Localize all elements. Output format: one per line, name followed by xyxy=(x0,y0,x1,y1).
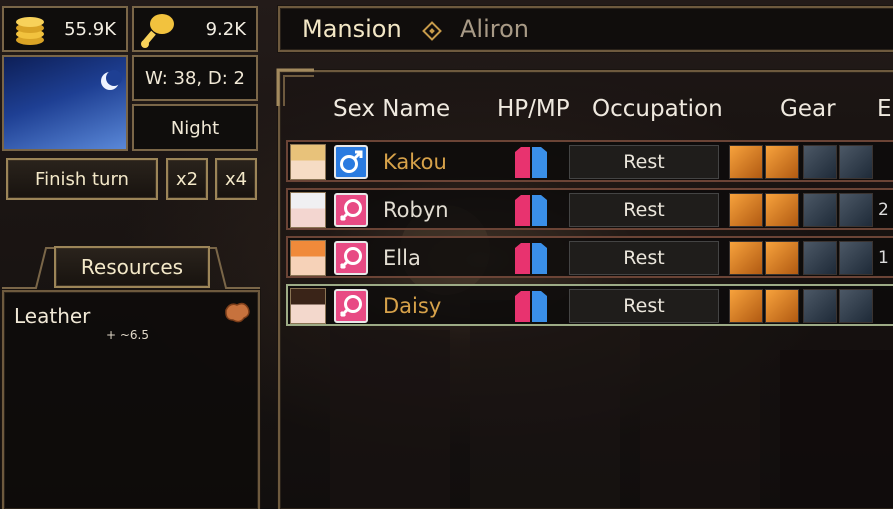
header-gear[interactable]: Gear xyxy=(780,96,836,122)
leather-armor-icon[interactable] xyxy=(839,193,873,227)
gold-value: 55.9K xyxy=(64,19,116,40)
staff-icon[interactable] xyxy=(729,193,763,227)
food-counter: 9.2K xyxy=(132,6,258,52)
time-of-day-label: Night xyxy=(170,118,220,139)
leather-armor-icon[interactable] xyxy=(839,145,873,179)
location-region: Aliron xyxy=(460,15,529,43)
character-name[interactable]: Robyn xyxy=(383,198,449,222)
female-icon[interactable] xyxy=(334,241,368,275)
location-header: Mansion Aliron xyxy=(278,6,893,52)
staff-icon[interactable] xyxy=(729,289,763,323)
occupation-select[interactable]: Rest xyxy=(569,289,719,323)
staff-icon[interactable] xyxy=(729,241,763,275)
occupation-value: Rest xyxy=(623,247,665,269)
occupation-value: Rest xyxy=(623,199,665,221)
header-occupation[interactable]: Occupation xyxy=(592,96,723,122)
leather-icon xyxy=(225,302,250,323)
bow-icon[interactable] xyxy=(765,289,799,323)
leather-armor-icon[interactable] xyxy=(803,289,837,323)
occupation-select[interactable]: Rest xyxy=(569,241,719,275)
speed-x2-button[interactable]: x2 xyxy=(166,158,208,200)
occupation-select[interactable]: Rest xyxy=(569,145,719,179)
character-name[interactable]: Daisy xyxy=(383,294,441,318)
female-icon[interactable] xyxy=(334,193,368,227)
hp-mp-bars xyxy=(515,291,547,322)
finish-turn-button[interactable]: Finish turn xyxy=(6,158,158,200)
resources-panel: Leather + ~6.5 xyxy=(2,290,260,509)
moon-icon xyxy=(101,70,122,90)
leather-armor-icon[interactable] xyxy=(803,145,837,179)
female-icon[interactable] xyxy=(334,289,368,323)
extra-value: 2 xyxy=(878,200,889,220)
resources-tab-ornament xyxy=(2,247,260,289)
header-extra[interactable]: E xyxy=(877,96,892,122)
character-row[interactable]: Daisy Rest xyxy=(286,284,893,326)
extra-value: 1 xyxy=(878,248,889,268)
axe-icon[interactable] xyxy=(765,193,799,227)
speed-x4-label: x4 xyxy=(224,168,248,190)
portrait-daisy[interactable] xyxy=(290,288,326,324)
leather-armor-icon[interactable] xyxy=(803,193,837,227)
axe-icon[interactable] xyxy=(765,241,799,275)
portrait-ella[interactable] xyxy=(290,240,326,276)
header-sex-name[interactable]: Sex Name xyxy=(333,96,450,122)
diamond-icon xyxy=(422,21,442,41)
portrait-kakou[interactable] xyxy=(290,144,326,180)
male-icon[interactable] xyxy=(334,145,368,179)
week-day-label: W: 38, D: 2 xyxy=(145,68,245,89)
food-value: 9.2K xyxy=(205,19,246,40)
finish-turn-label: Finish turn xyxy=(35,168,129,190)
portrait-robyn[interactable] xyxy=(290,192,326,228)
sky-display xyxy=(2,55,128,151)
speed-x2-label: x2 xyxy=(175,168,199,190)
hp-mp-bars xyxy=(515,147,547,178)
resource-item-leather-name: Leather xyxy=(14,304,91,328)
occupation-value: Rest xyxy=(623,295,665,317)
coins-icon xyxy=(16,17,44,45)
character-name[interactable]: Kakou xyxy=(383,150,447,174)
character-row[interactable]: Robyn Rest 2 xyxy=(286,188,893,230)
occupation-select[interactable]: Rest xyxy=(569,193,719,227)
character-name[interactable]: Ella xyxy=(383,246,421,270)
hp-mp-bars xyxy=(515,243,547,274)
character-row[interactable]: Kakou Rest xyxy=(286,140,893,182)
leather-armor-icon[interactable] xyxy=(839,289,873,323)
resource-item-leather-rate: + ~6.5 xyxy=(106,328,150,342)
axe-icon[interactable] xyxy=(765,145,799,179)
speed-x4-button[interactable]: x4 xyxy=(215,158,257,200)
panel-corner-ornament xyxy=(276,68,314,106)
occupation-value: Rest xyxy=(623,151,665,173)
staff-icon[interactable] xyxy=(729,145,763,179)
location-place: Mansion xyxy=(302,15,402,43)
gold-counter: 55.9K xyxy=(2,6,128,52)
drumstick-icon xyxy=(141,14,174,48)
time-of-day-display: Night xyxy=(132,104,258,151)
character-row[interactable]: Ella Rest 1 xyxy=(286,236,893,278)
leather-armor-icon[interactable] xyxy=(803,241,837,275)
leather-armor-icon[interactable] xyxy=(839,241,873,275)
hp-mp-bars xyxy=(515,195,547,226)
header-hp-mp[interactable]: HP/MP xyxy=(497,96,570,122)
week-day-display: W: 38, D: 2 xyxy=(132,55,258,101)
